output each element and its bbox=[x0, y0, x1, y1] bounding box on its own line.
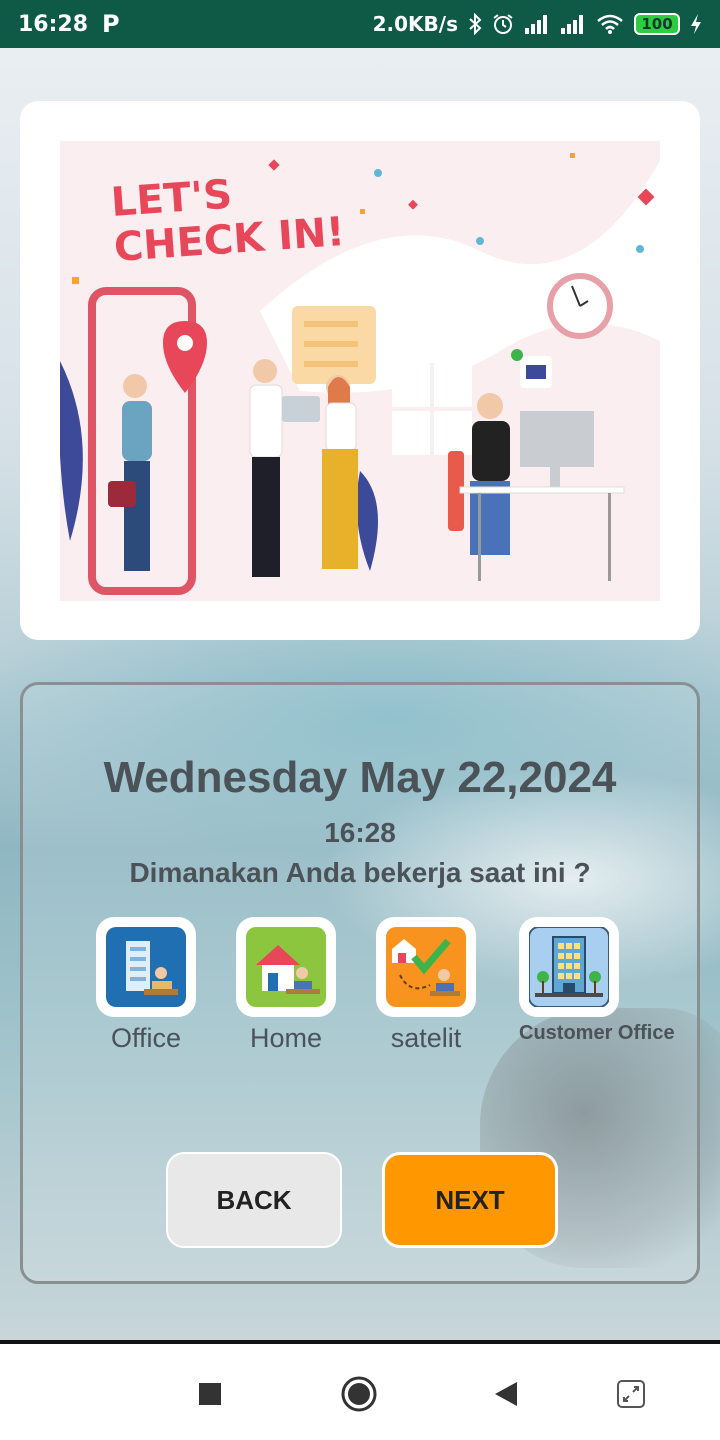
app-indicator: P bbox=[102, 10, 120, 38]
next-button[interactable]: NEXT bbox=[382, 1152, 558, 1248]
home-circle-icon[interactable] bbox=[339, 1374, 379, 1414]
work-location-question: Dimanakan Anda bekerja saat ini ? bbox=[129, 857, 591, 888]
status-bar: 16:28 P 2.0KB/s 100 bbox=[0, 0, 720, 48]
option-customer-office[interactable]: Customer Office bbox=[519, 917, 675, 1046]
network-speed: 2.0KB/s bbox=[372, 12, 458, 36]
office-building-icon bbox=[106, 927, 186, 1007]
satellite-checkmark-icon bbox=[386, 927, 466, 1007]
recents-square-icon[interactable] bbox=[190, 1374, 230, 1414]
status-time: 16:28 bbox=[18, 11, 89, 37]
wifi-icon bbox=[596, 13, 624, 35]
option-office-label: Office bbox=[110, 1023, 182, 1053]
screenshot-expand-icon[interactable] bbox=[611, 1374, 651, 1414]
option-customer-office-label: Customer Office bbox=[519, 1022, 675, 1044]
satelit-button[interactable] bbox=[376, 917, 476, 1017]
checkin-banner-card: LET'S CHECK IN! bbox=[20, 101, 700, 640]
option-satelit[interactable]: satelit bbox=[376, 917, 476, 1054]
current-time: 16:28 bbox=[324, 817, 396, 848]
bluetooth-icon bbox=[468, 13, 482, 35]
navigation-bar bbox=[0, 1340, 720, 1440]
battery-icon: 100 bbox=[634, 13, 680, 35]
customer-office-button[interactable] bbox=[519, 917, 619, 1017]
checkin-panel: Wednesday May 22,2024 16:28 Dimanakan An… bbox=[20, 682, 700, 1284]
home-button[interactable] bbox=[236, 917, 336, 1017]
alarm-icon bbox=[492, 13, 514, 35]
customer-office-icon bbox=[529, 927, 609, 1007]
option-home[interactable]: Home bbox=[236, 917, 336, 1054]
back-triangle-icon[interactable] bbox=[486, 1374, 526, 1414]
option-home-label: Home bbox=[249, 1023, 323, 1053]
option-office[interactable]: Office bbox=[96, 917, 196, 1054]
back-button[interactable]: BACK bbox=[166, 1152, 342, 1248]
current-date: Wednesday May 22,2024 bbox=[103, 753, 617, 802]
home-icon bbox=[246, 927, 326, 1007]
charging-icon bbox=[690, 13, 702, 35]
office-button[interactable] bbox=[96, 917, 196, 1017]
signal-icon bbox=[524, 14, 550, 34]
checkin-illustration: LET'S CHECK IN! bbox=[60, 141, 660, 601]
signal-icon bbox=[560, 14, 586, 34]
option-satelit-label: satelit bbox=[390, 1023, 462, 1053]
